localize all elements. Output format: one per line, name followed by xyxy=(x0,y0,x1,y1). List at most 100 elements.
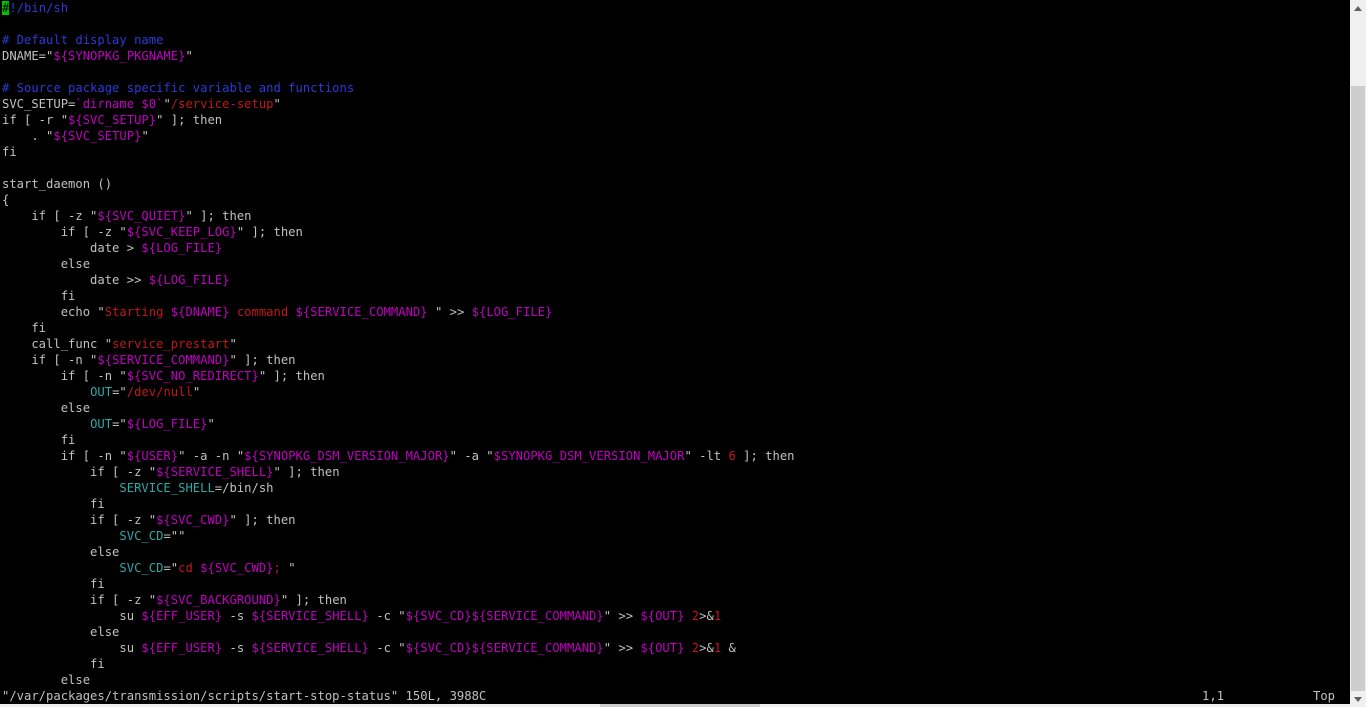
code-line[interactable]: # Default display name xyxy=(2,32,795,48)
code-line[interactable]: SVC_SETUP=`dirname $0`"/service-setup" xyxy=(2,96,795,112)
code-line[interactable]: if [ -z "${SVC_BACKGROUND}" ]; then xyxy=(2,592,795,608)
comment-token: # Source package specific variable and f… xyxy=(2,81,355,95)
code-token: if [ -z " xyxy=(2,209,98,223)
variable-token: ${LOG_FILE} xyxy=(126,417,208,431)
code-line[interactable]: date > ${LOG_FILE} xyxy=(2,240,795,256)
code-line[interactable]: su ${EFF_USER} -s ${SERVICE_SHELL} -c "$… xyxy=(2,608,795,624)
code-token: " xyxy=(273,97,281,111)
variable-token: ${SVC_KEEP_LOG} xyxy=(126,225,237,239)
code-line[interactable]: fi xyxy=(2,432,795,448)
code-token: =" xyxy=(163,561,179,575)
variable-token: $SYNOPKG_DSM_VERSION_MAJOR xyxy=(493,449,685,463)
code-line[interactable]: fi xyxy=(2,496,795,512)
code-line[interactable] xyxy=(2,16,795,32)
string-token: /service-setup xyxy=(170,97,274,111)
code-token: " xyxy=(185,49,193,63)
code-line[interactable]: fi xyxy=(2,144,795,160)
code-line[interactable]: if [ -z "${SVC_QUIET}" ]; then xyxy=(2,208,795,224)
code-line[interactable]: date >> ${LOG_FILE} xyxy=(2,272,795,288)
code-line[interactable]: { xyxy=(2,192,795,208)
variable-token: ${SERVICE_COMMAND} xyxy=(97,353,230,367)
code-line[interactable]: else xyxy=(2,256,795,272)
code-line[interactable]: else xyxy=(2,544,795,560)
editor-buffer[interactable]: #!/bin/sh # Default display name DNAME="$… xyxy=(2,0,795,688)
variable-token: ${EFF_USER} xyxy=(141,641,223,655)
code-line[interactable]: else xyxy=(2,624,795,640)
code-line[interactable]: if [ -z "${SVC_CWD}" ]; then xyxy=(2,512,795,528)
identifier-token: SERVICE_SHELL xyxy=(119,481,215,495)
vim-status-bar: "/var/packages/transmission/scripts/star… xyxy=(0,688,1350,704)
code-line[interactable]: SERVICE_SHELL=/bin/sh xyxy=(2,480,795,496)
terminal-window[interactable]: #!/bin/sh # Default display name DNAME="$… xyxy=(0,0,1350,707)
code-line[interactable]: if [ -n "${SERVICE_COMMAND}" ]; then xyxy=(2,352,795,368)
code-line[interactable]: if [ -n "${SVC_NO_REDIRECT}" ]; then xyxy=(2,368,795,384)
code-line[interactable]: call_func "service_prestart" xyxy=(2,336,795,352)
code-line[interactable]: if [ -r "${SVC_SETUP}" ]; then xyxy=(2,112,795,128)
code-line[interactable]: OUT="${LOG_FILE}" xyxy=(2,416,795,432)
identifier-token: SVC_CD xyxy=(119,529,164,543)
variable-token: ${SYNOPKG_PKGNAME} xyxy=(53,49,186,63)
code-line[interactable] xyxy=(2,64,795,80)
code-token: else xyxy=(2,401,91,415)
code-token: " xyxy=(141,129,149,143)
code-line[interactable]: # Source package specific variable and f… xyxy=(2,80,795,96)
code-token: & xyxy=(721,641,736,655)
code-token: " >> xyxy=(603,641,641,655)
variable-token: ${DNAME} xyxy=(170,305,230,319)
code-token: date >> xyxy=(2,273,149,287)
variable-token: ${SVC_CWD} xyxy=(200,561,274,575)
code-line[interactable]: fi xyxy=(2,576,795,592)
code-line[interactable]: DNAME="${SYNOPKG_PKGNAME}" xyxy=(2,48,795,64)
code-line[interactable]: fi xyxy=(2,288,795,304)
code-line[interactable]: SVC_CD="" xyxy=(2,528,795,544)
code-line[interactable]: if [ -z "${SVC_KEEP_LOG}" ]; then xyxy=(2,224,795,240)
code-line[interactable]: su ${EFF_USER} -s ${SERVICE_SHELL} -c "$… xyxy=(2,640,795,656)
code-line[interactable]: echo "Starting ${DNAME} command ${SERVIC… xyxy=(2,304,795,320)
code-token: start_daemon () xyxy=(2,177,113,191)
code-token: { xyxy=(2,193,10,207)
code-line[interactable]: else xyxy=(2,672,795,688)
code-token: fi xyxy=(2,497,105,511)
code-line[interactable]: fi xyxy=(2,656,795,672)
code-line[interactable]: start_daemon () xyxy=(2,176,795,192)
code-token: -c " xyxy=(368,641,406,655)
variable-token: ${SVC_CWD} xyxy=(156,513,230,527)
code-token: " xyxy=(163,97,171,111)
code-token: else xyxy=(2,257,91,271)
variable-token: ${SERVICE_COMMAND} xyxy=(295,305,428,319)
variable-token: ${OUT} xyxy=(640,609,685,623)
code-line[interactable]: if [ -z "${SERVICE_SHELL}" ]; then xyxy=(2,464,795,480)
code-token: " xyxy=(229,337,237,351)
code-token: ="" xyxy=(163,529,186,543)
code-token: fi xyxy=(2,433,76,447)
variable-token: ${LOG_FILE} xyxy=(471,305,553,319)
scroll-up-arrow-icon[interactable] xyxy=(1350,0,1366,16)
code-line[interactable]: . "${SVC_SETUP}" xyxy=(2,128,795,144)
vertical-scrollbar[interactable] xyxy=(1350,0,1366,707)
scroll-down-arrow-icon[interactable] xyxy=(1350,691,1366,707)
scroll-thumb[interactable] xyxy=(1351,86,1365,691)
code-token: else xyxy=(2,625,120,639)
variable-token: ${SVC_CD}${SERVICE_COMMAND} xyxy=(405,641,604,655)
code-line[interactable]: else xyxy=(2,400,795,416)
string-token: /dev/null xyxy=(126,385,193,399)
variable-token: ${SVC_QUIET} xyxy=(97,209,186,223)
code-token: " ]; then xyxy=(258,369,325,383)
code-token: else xyxy=(2,673,91,687)
code-line[interactable]: fi xyxy=(2,320,795,336)
code-line[interactable]: OUT="/dev/null" xyxy=(2,384,795,400)
file-info: "/var/packages/transmission/scripts/star… xyxy=(2,689,487,703)
variable-token: ${SVC_NO_REDIRECT} xyxy=(126,369,259,383)
code-line[interactable] xyxy=(2,160,795,176)
code-line[interactable]: #!/bin/sh xyxy=(2,0,795,16)
code-line[interactable]: if [ -n "${USER}" -a -n "${SYNOPKG_DSM_V… xyxy=(2,448,795,464)
scroll-track[interactable] xyxy=(1350,16,1366,691)
code-token: echo " xyxy=(2,305,105,319)
variable-token: ${SVC_SETUP} xyxy=(68,113,157,127)
code-token: if [ -z " xyxy=(2,465,157,479)
code-token: " xyxy=(288,561,296,575)
variable-token: `dirname $0` xyxy=(75,97,164,111)
code-line[interactable]: SVC_CD="cd ${SVC_CWD}; " xyxy=(2,560,795,576)
